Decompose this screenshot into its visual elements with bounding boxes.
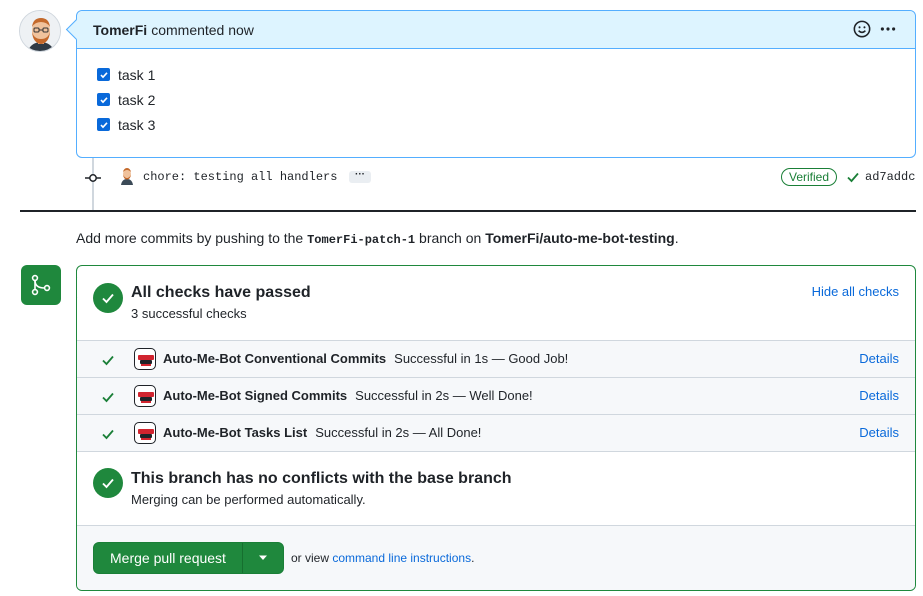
check-row: Auto-Me-Bot Tasks List Successful in 2s —… (77, 415, 915, 452)
comment-box: TomerFi commented now task 1 task 2 task… (76, 10, 916, 158)
task-item: task 2 (97, 87, 895, 112)
task-label: task 3 (118, 116, 156, 133)
check-row: Auto-Me-Bot Conventional Commits Successf… (77, 341, 915, 378)
push-hint-prefix: Add more commits by pushing to the (76, 230, 308, 246)
check-icon (101, 353, 115, 370)
caret-down-icon (258, 555, 267, 560)
bot-logo-icon (134, 385, 156, 407)
push-hint: Add more commits by pushing to the Tomer… (76, 230, 679, 247)
bot-logo-icon (134, 348, 156, 370)
task-label: task 2 (118, 91, 156, 108)
conflicts-status: This branch has no conflicts with the ba… (77, 452, 915, 526)
commit-row: chore: testing all handlers ··· Verified… (84, 166, 916, 188)
commit-author-avatar[interactable] (119, 167, 135, 185)
task-checkbox[interactable] (97, 68, 110, 81)
hide-all-checks-link[interactable]: Hide all checks (812, 284, 899, 299)
bot-logo-icon (134, 422, 156, 444)
task-list: task 1 task 2 task 3 (77, 49, 915, 150)
push-hint-suffix: . (674, 230, 679, 246)
comment-header: TomerFi commented now (77, 11, 915, 49)
checks-summary: All checks have passed 3 successful chec… (77, 266, 915, 341)
task-item: task 3 (97, 112, 895, 137)
checks-subtitle: 3 successful checks (131, 306, 247, 321)
conflicts-title: This branch has no conflicts with the ba… (131, 470, 512, 487)
task-checkbox[interactable] (97, 118, 110, 131)
comment-author[interactable]: TomerFi (93, 22, 147, 38)
merge-pull-request-button[interactable]: Merge pull request (94, 543, 243, 573)
push-hint-middle: branch on (415, 230, 486, 246)
check-icon (101, 390, 115, 407)
commenter-avatar[interactable] (19, 10, 61, 52)
branch-name: TomerFi-patch-1 (307, 233, 416, 247)
check-row: Auto-Me-Bot Signed Commits Successful in … (77, 378, 915, 415)
git-merge-icon (31, 274, 51, 296)
command-line-instructions-link[interactable]: command line instructions (332, 551, 471, 565)
comment-actions (853, 20, 897, 41)
cli-hint: or view command line instructions. (291, 551, 474, 565)
merge-options-dropdown[interactable] (243, 543, 283, 573)
no-conflicts-icon (93, 468, 123, 498)
task-checkbox[interactable] (97, 93, 110, 106)
merge-status-icon (21, 265, 61, 305)
cli-suffix: . (471, 551, 475, 565)
check-details-link[interactable]: Details (859, 425, 899, 440)
or-view-text: or view (291, 551, 333, 565)
check-icon (101, 427, 115, 444)
repo-name: TomerFi/auto-me-bot-testing (485, 230, 675, 246)
task-item: task 1 (97, 62, 895, 87)
commit-message[interactable]: chore: testing all handlers (143, 170, 337, 184)
comment-meta: commented now (151, 21, 254, 38)
check-description: Successful in 2s — Well Done! (355, 388, 533, 403)
conflicts-subtitle: Merging can be performed automatically. (131, 492, 366, 507)
check-details-link[interactable]: Details (859, 351, 899, 366)
check-details-link[interactable]: Details (859, 388, 899, 403)
merge-box: All checks have passed 3 successful chec… (76, 265, 916, 591)
checks-passed-icon (93, 283, 123, 313)
commit-expand-button[interactable]: ··· (349, 170, 371, 183)
check-name: Auto-Me-Bot Conventional Commits (163, 351, 387, 366)
commit-sha[interactable]: ad7addc (865, 170, 915, 184)
check-name: Auto-Me-Bot Tasks List (163, 425, 308, 440)
merge-button-group: Merge pull request (93, 542, 284, 574)
task-label: task 1 (118, 66, 156, 83)
timeline-divider (20, 210, 916, 212)
merge-actions: Merge pull request or view command line … (77, 526, 915, 590)
check-name: Auto-Me-Bot Signed Commits (163, 388, 348, 403)
kebab-menu-icon[interactable] (879, 20, 897, 41)
check-icon[interactable] (846, 170, 860, 187)
add-reaction-icon[interactable] (853, 20, 871, 41)
check-description: Successful in 2s — All Done! (315, 425, 482, 440)
git-commit-icon (85, 171, 101, 187)
verified-badge[interactable]: Verified (781, 168, 838, 186)
check-description: Successful in 1s — Good Job! (394, 351, 569, 366)
checks-title: All checks have passed (131, 284, 311, 301)
